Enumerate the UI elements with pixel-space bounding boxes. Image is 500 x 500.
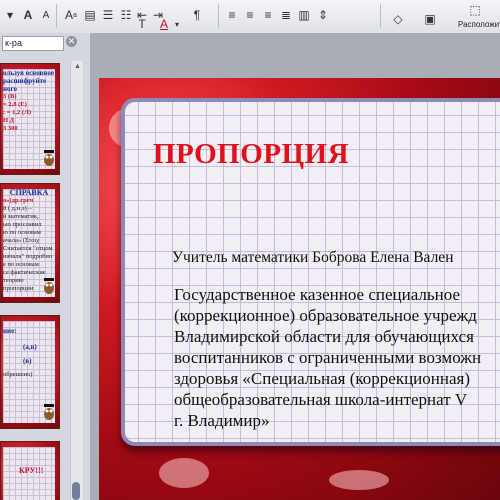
font-shrink-icon[interactable]: A	[38, 5, 54, 25]
scrollbar-thumb[interactable]	[72, 482, 80, 500]
thumb-text: = 2,8 (Е)	[3, 101, 27, 108]
thumb-text: о»(др.греч	[3, 197, 34, 204]
ribbon-toolbar: ▾ A A Aa ▤ ☰ ☷ ⇤ ⇥ ¶ ≡ ≡ ≡ ≣ ▥ ⇕ ◇ ▣ ⬚ Р…	[0, 0, 500, 34]
organization-line: Государственное казенное специальное	[174, 285, 461, 304]
thumb-text: : = 1,2 (Л)	[3, 109, 32, 116]
paragraph-icon[interactable]: ¶	[190, 5, 204, 25]
close-icon[interactable]: ✕	[66, 36, 77, 47]
columns-icon[interactable]: ▥	[296, 5, 312, 25]
font-color-icon[interactable]: A	[156, 14, 172, 34]
text-highlight-icon[interactable]: T	[134, 14, 150, 34]
align-right-icon[interactable]: ≡	[260, 5, 276, 25]
thumb-text: КРУ!!!	[19, 466, 44, 475]
clear-format-icon[interactable]: ▤	[82, 5, 98, 25]
thumb-text: се фактические	[3, 269, 46, 276]
slide-thumbnail-4[interactable]: КРУ!!!	[0, 441, 60, 500]
bullets-icon[interactable]: ☰	[100, 5, 116, 25]
scroll-up-icon[interactable]: ▲	[74, 63, 81, 70]
dropdown-arrow-icon[interactable]: ▾	[2, 5, 18, 25]
font-color-dropdown-icon[interactable]: ▾	[172, 14, 182, 34]
case-icon[interactable]: Aa	[62, 5, 80, 25]
thumb-text: й математик,	[3, 213, 39, 220]
thumb-text: ью прославил	[3, 221, 42, 228]
line-spacing-icon[interactable]: ⇕	[314, 5, 332, 25]
thumb-text: начала" подробно	[3, 253, 53, 260]
numbering-icon[interactable]: ☷	[118, 5, 134, 25]
slide-thumbnail-3[interactable]: ние: (а,в) (в) обрешено)	[0, 315, 60, 429]
thumb-text: (а,в)	[23, 343, 37, 351]
owl-icon	[44, 404, 54, 420]
font-grow-icon[interactable]: A	[20, 5, 36, 25]
slide-thumbnails: ользуя основное расшифруйте ного 3 (В) =…	[0, 57, 60, 500]
thumb-heading: СПРАВКА	[9, 188, 49, 197]
thumb-text: ю по основам	[3, 229, 41, 236]
sidebar-scrollbar[interactable]	[70, 61, 83, 500]
thumb-text: Н Д	[3, 117, 15, 124]
thumb-text: ние:	[3, 327, 17, 335]
slide-thumbnail-2[interactable]: СПРАВКА о»(др.греч 8 ( д.н.э) – й матема…	[0, 183, 60, 303]
thumb-text: (в)	[23, 357, 32, 365]
slide-thumbnail-1[interactable]: ользуя основное расшифруйте ного 3 (В) =…	[0, 63, 60, 175]
arrange-icon[interactable]: ▣	[420, 9, 440, 29]
shapes-icon[interactable]: ◇	[388, 9, 408, 29]
organization-line: Владимирской области для обучающихся	[174, 327, 474, 346]
thumb-text: е по основам	[3, 261, 39, 268]
thumb-text: обрешено)	[3, 371, 33, 378]
owl-icon	[44, 278, 54, 294]
organization-line: общеобразовательная школа-интернат V	[174, 390, 468, 409]
owl-icon	[44, 150, 54, 166]
arrange-button[interactable]: ⬚	[462, 0, 488, 20]
arrange-label: Расположить	[458, 20, 500, 29]
thumb-text: ного	[3, 85, 18, 93]
thumb-text: 3 300	[3, 125, 18, 132]
thumb-text: Считается "отцом	[3, 245, 53, 252]
align-left-icon[interactable]: ≡	[224, 5, 240, 25]
organization-line: (коррекционное) образовательное учрежд	[174, 306, 477, 325]
align-center-icon[interactable]: ≡	[242, 5, 258, 25]
thumb-text: 8 ( д.н.э) –	[3, 205, 32, 212]
align-justify-icon[interactable]: ≣	[278, 5, 294, 25]
organization-line: здоровья «Специальная (коррекционная)	[174, 369, 471, 388]
thumb-text: расшифруйте	[3, 77, 47, 85]
thumb-text: 3 (В)	[3, 93, 17, 100]
organization-line: г. Владимир»	[174, 411, 270, 430]
slide-title[interactable]: ПРОПОРЦИЯ	[153, 138, 349, 171]
thumb-text: ользуя основное	[3, 69, 54, 77]
teacher-name[interactable]: Учитель математики Боброва Елена Вален	[172, 249, 453, 267]
slides-pane: к-ра ✕ ользуя основное расшифруйте ного …	[0, 33, 90, 500]
organization-line: воспитанников с ограниченными возможн	[174, 348, 482, 367]
organization-text[interactable]: Государственное казенное специальное (ко…	[174, 284, 500, 431]
thumb-text: ачала» (Στοιχ	[3, 237, 40, 244]
search-input[interactable]: к-ра	[2, 36, 64, 51]
